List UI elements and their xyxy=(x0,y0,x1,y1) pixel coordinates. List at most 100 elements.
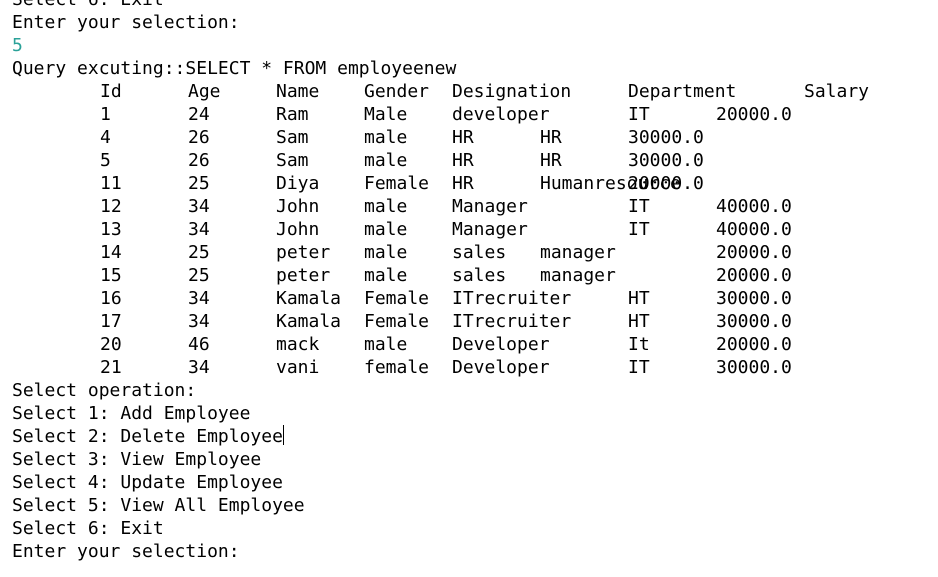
cell-name: mack xyxy=(276,334,320,355)
cell-name: John xyxy=(276,196,320,217)
header-id: Id xyxy=(100,81,122,102)
cell-id: 12 xyxy=(100,196,122,217)
cell-age: 24 xyxy=(188,104,210,125)
header-name: Name xyxy=(276,81,320,102)
cell-gender: male xyxy=(364,219,408,240)
cell-gender: Female xyxy=(364,173,430,194)
cell-col7: 20000.0 xyxy=(628,173,704,194)
cell-name: John xyxy=(276,219,320,240)
console-line-previous-exit: Select 6: Exit xyxy=(12,0,164,11)
text-caret xyxy=(282,425,284,445)
cell-name: Sam xyxy=(276,127,309,148)
header-designation: Designation xyxy=(452,81,572,102)
cell-designation: Developer xyxy=(452,357,550,378)
cell-name: peter xyxy=(276,242,331,263)
cell-col7: IT xyxy=(628,196,650,217)
cell-id: 14 xyxy=(100,242,122,263)
cell-age: 26 xyxy=(188,150,210,171)
cell-id: 1 xyxy=(100,104,111,125)
cell-name: Kamala xyxy=(276,311,342,332)
cell-col7: HT xyxy=(628,311,650,332)
cell-id: 17 xyxy=(100,311,122,332)
header-department: Department xyxy=(628,81,737,102)
menu-item-view-employee: Select 3: View Employee xyxy=(12,449,262,470)
cell-age: 25 xyxy=(188,242,210,263)
cell-name: Ram xyxy=(276,104,309,125)
cell-id: 5 xyxy=(100,150,111,171)
cell-gender: male xyxy=(364,242,408,263)
cell-gender: male xyxy=(364,150,408,171)
cell-name: Sam xyxy=(276,150,309,171)
cell-name: vani xyxy=(276,357,320,378)
cell-age: 34 xyxy=(188,288,210,309)
cell-id: 21 xyxy=(100,357,122,378)
header-gender: Gender xyxy=(364,81,430,102)
menu-item-delete-employee: Select 2: Delete Employee xyxy=(12,425,284,448)
cell-gender: Male xyxy=(364,104,408,125)
menu-item-add-employee: Select 1: Add Employee xyxy=(12,403,251,424)
cell-name: Kamala xyxy=(276,288,342,309)
cell-col8: 40000.0 xyxy=(716,219,792,240)
header-age: Age xyxy=(188,81,221,102)
cell-col8: 20000.0 xyxy=(716,334,792,355)
cell-col7: IT xyxy=(628,104,650,125)
cell-gender: Female xyxy=(364,311,430,332)
cell-col7: IT xyxy=(628,219,650,240)
cell-col7: 30000.0 xyxy=(628,150,704,171)
cell-id: 16 xyxy=(100,288,122,309)
cell-name: Diya xyxy=(276,173,320,194)
cell-col6: manager xyxy=(540,265,616,286)
cell-age: 25 xyxy=(188,173,210,194)
cell-gender: male xyxy=(364,196,408,217)
cell-gender: Female xyxy=(364,288,430,309)
cell-id: 20 xyxy=(100,334,122,355)
menu-item-update-employee: Select 4: Update Employee xyxy=(12,472,283,493)
cell-gender: female xyxy=(364,357,430,378)
cell-designation: HR xyxy=(452,150,474,171)
cell-id: 4 xyxy=(100,127,111,148)
cell-col7: IT xyxy=(628,357,650,378)
console-output[interactable]: Select 6: Exit Enter your selection: 5 Q… xyxy=(0,0,938,577)
cell-col8: 30000.0 xyxy=(716,288,792,309)
menu-item-exit: Select 6: Exit xyxy=(12,518,164,539)
cell-col7: It xyxy=(628,334,650,355)
cell-age: 26 xyxy=(188,127,210,148)
cell-gender: male xyxy=(364,334,408,355)
cell-col7: HT xyxy=(628,288,650,309)
cell-col8: 20000.0 xyxy=(716,104,792,125)
cell-col8: 30000.0 xyxy=(716,357,792,378)
cell-age: 46 xyxy=(188,334,210,355)
cell-id: 15 xyxy=(100,265,122,286)
menu-item-view-all-employee: Select 5: View All Employee xyxy=(12,495,305,516)
cell-col8: 20000.0 xyxy=(716,265,792,286)
console-prompt-enter-selection: Enter your selection: xyxy=(12,541,240,562)
cell-id: 11 xyxy=(100,173,122,194)
console-line-enter-selection: Enter your selection: xyxy=(12,12,240,33)
cell-gender: male xyxy=(364,265,408,286)
cell-col6: HR xyxy=(540,150,562,171)
cell-col8: 30000.0 xyxy=(716,311,792,332)
cell-age: 34 xyxy=(188,311,210,332)
cell-designation: Manager xyxy=(452,196,528,217)
cell-designation: developer xyxy=(452,104,550,125)
cell-name: peter xyxy=(276,265,331,286)
cell-col7: 30000.0 xyxy=(628,127,704,148)
cell-col6: HR xyxy=(540,127,562,148)
menu-title: Select operation: xyxy=(12,380,197,401)
console-line-user-input: 5 xyxy=(12,35,23,56)
cell-designation: HR xyxy=(452,127,474,148)
cell-designation: sales xyxy=(452,242,507,263)
cell-designation: sales xyxy=(452,265,507,286)
cell-col8: 20000.0 xyxy=(716,242,792,263)
header-salary: Salary xyxy=(804,81,870,102)
cell-age: 34 xyxy=(188,196,210,217)
cell-col6: manager xyxy=(540,242,616,263)
cell-age: 34 xyxy=(188,357,210,378)
cell-designation: ITrecruiter xyxy=(452,288,572,309)
cell-gender: male xyxy=(364,127,408,148)
cell-designation: Manager xyxy=(452,219,528,240)
cell-id: 13 xyxy=(100,219,122,240)
cell-age: 25 xyxy=(188,265,210,286)
cell-designation: HR xyxy=(452,173,474,194)
cell-designation: ITrecruiter xyxy=(452,311,572,332)
